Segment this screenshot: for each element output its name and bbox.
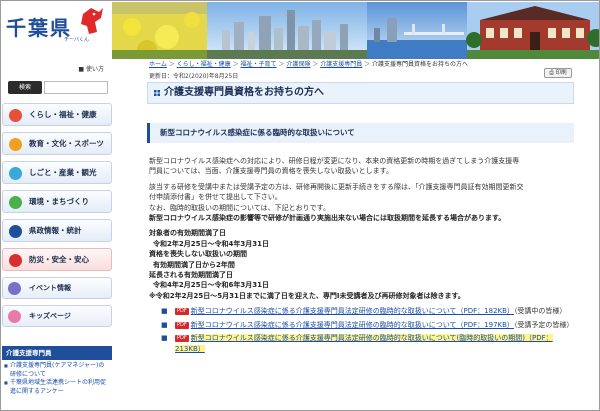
- education-icon: [9, 138, 22, 151]
- term-label: 対象者の有効期間満了日: [149, 229, 226, 238]
- nav-label: イベント情報: [29, 284, 71, 292]
- term-value: 令和4年2月25日～令和6年3月31日: [153, 281, 269, 290]
- article-body: 新型コロナウイルス感染症への対応により、研修日程が変更になり、本来の資格更新の時…: [149, 156, 574, 357]
- terms-block: 対象者の有効期間満了日 令和2年2月25日～令和4年3月31日 資格を喪失しない…: [149, 228, 574, 301]
- text-line: 付申請添付書」を併せて提出して下さい。: [149, 193, 282, 202]
- breadcrumb-link[interactable]: 福祉・子育て: [241, 61, 277, 68]
- category-nav: くらし・福祉・健康 教育・文化・スポーツ しごと・産業・観光 環境・まちづくり …: [2, 103, 112, 333]
- main-content: ホーム ＞ くらし・福祉・健康 ＞ 福祉・子育て ＞ 介護保険 ＞ 介護支援専門…: [132, 59, 582, 410]
- breadcrumb-link[interactable]: 介護保険: [286, 61, 310, 68]
- nav-item-kids[interactable]: キッズページ: [2, 305, 112, 327]
- nav-label: キッズページ: [29, 312, 71, 320]
- paragraph-2: 該当する研修を受講中または受講予定の方は、研修再開後に更新手続きをする際は、「介…: [149, 182, 574, 224]
- nav-label: 教育・文化・スポーツ: [29, 139, 104, 148]
- browser-frame: 千葉県 チーバくん ■ 使い方 検索 くらし・福祉・健康 教育・文化・スポーツ …: [0, 0, 600, 411]
- utility-bar: ■ 使い方: [2, 59, 112, 79]
- nav-label: 環境・まちづくり: [29, 197, 89, 206]
- environment-icon: [9, 196, 22, 209]
- usage-link[interactable]: ■ 使い方: [78, 64, 104, 73]
- page-title-text: 介護支援専門員資格をお持ちの方へ: [164, 87, 324, 98]
- link-suffix: （受講予定の皆様）: [513, 320, 574, 329]
- pdf-icon: PDF: [175, 308, 189, 316]
- term-value: 令和2年2月25日～令和4年3月31日: [153, 239, 269, 248]
- usage-link-label: 使い方: [85, 66, 104, 73]
- list-bullet-icon: ■: [161, 320, 168, 329]
- printer-icon: ⎙: [549, 70, 554, 76]
- pdf-link[interactable]: 新型コロナウイルス感染症に係る介護支援専門員法定研修の臨時的な取扱いについて（P…: [191, 321, 514, 329]
- pdf-link-list: ■ PDF 新型コロナウイルス感染症に係る介護支援専門員法定研修の臨時的な取扱いに…: [149, 306, 574, 354]
- nav-label: 防災・安全・安心: [29, 255, 89, 264]
- nav-label: 県政情報・統計: [29, 226, 82, 235]
- search-button[interactable]: 検索: [8, 81, 42, 94]
- safety-icon: [9, 254, 22, 267]
- text-line: 門員については、当面、介護支援専門員の資格を喪失しない取扱いとします。: [149, 167, 393, 176]
- pdf-icon: PDF: [175, 321, 189, 329]
- prefecture-info-icon: [9, 225, 22, 238]
- left-sidebar: ■ 使い方 検索 くらし・福祉・健康 教育・文化・スポーツ しごと・産業・観光 …: [2, 59, 112, 410]
- site-header: 千葉県 チーバくん: [2, 2, 599, 59]
- life-welfare-icon: [9, 109, 22, 122]
- text-line: 新型コロナウイルス感染症への対応により、研修日程が変更になり、本来の資格更新の時…: [149, 157, 520, 165]
- nav-item-education[interactable]: 教育・文化・スポーツ: [2, 132, 112, 155]
- pdf-link-item: ■ PDF 新型コロナウイルス感染症に係る介護支援専門員法定研修の臨時的な取扱いに…: [149, 320, 574, 330]
- breadcrumb: ホーム ＞ くらし・福祉・健康 ＞ 福祉・子育て ＞ 介護保険 ＞ 介護支援専門…: [149, 61, 469, 68]
- breadcrumb-current: 介護支援専門員資格をお持ちの方へ: [372, 61, 469, 68]
- nav-item-events[interactable]: イベント情報: [2, 277, 112, 299]
- pdf-link-item: ■ PDF 新型コロナウイルス感染症に係る介護支援専門員法定研修の臨時的な取扱いに…: [149, 306, 574, 316]
- updated-date: 更新日：令和2(2020)年8月25日: [149, 73, 239, 80]
- list-bullet-icon: ■: [161, 307, 168, 316]
- sidebar-link[interactable]: 介護支援専門員(ケアマネジャー)の研修について: [4, 362, 110, 379]
- term-label: 資格を喪失しない取扱いの期間: [149, 250, 247, 259]
- term-label: 延長される有効期間満了日: [149, 271, 233, 280]
- logo-subtext: チーバくん: [64, 37, 89, 43]
- pdf-icon: PDF: [175, 335, 189, 343]
- search-row: 検索: [2, 81, 112, 95]
- industry-icon: [9, 167, 22, 180]
- nav-item-environment[interactable]: 環境・まちづくり: [2, 190, 112, 213]
- breadcrumb-link[interactable]: くらし・福祉・健康: [177, 61, 231, 68]
- nav-label: しごと・産業・観光: [29, 168, 97, 177]
- nav-label: くらし・福祉・健康: [29, 110, 97, 119]
- text-line: 該当する研修を受講中または受講予定の方は、研修再開後に更新手続きをする際は、「介…: [149, 182, 524, 191]
- breadcrumb-link[interactable]: ホーム: [149, 61, 167, 68]
- pdf-link-highlighted[interactable]: 新型コロナウイルス感染症に係る介護支援専門員法定研修の臨時的な取扱いについて(臨…: [175, 334, 553, 353]
- title-bullet-icon: [154, 90, 160, 96]
- pdf-link-item: ■ PDF 新型コロナウイルス感染症に係る介護支援専門員法定研修の臨時的な取扱いに…: [149, 333, 574, 354]
- header-banner-image: [112, 2, 599, 59]
- term-value: 有効期間満了日から2年間: [153, 260, 235, 269]
- text-line: なお、臨時的取扱いの期間については、下記とおりです。: [149, 203, 330, 212]
- nav-item-safety[interactable]: 防災・安全・安心: [2, 248, 112, 271]
- nav-item-industry[interactable]: しごと・産業・観光: [2, 161, 112, 184]
- print-label: 印刷: [555, 70, 567, 76]
- sidebar-section-heading: 介護支援専門員: [2, 346, 112, 360]
- section-heading: 新型コロナウイルス感染症に係る臨時的な取扱いについて: [147, 123, 574, 143]
- breadcrumb-link[interactable]: 介護支援専門員: [320, 61, 362, 68]
- page-title: 介護支援専門員資格をお持ちの方へ: [147, 82, 574, 104]
- logo-text: 千葉県: [6, 16, 72, 40]
- pdf-link[interactable]: 新型コロナウイルス感染症に係る介護支援専門員法定研修の臨時的な取扱いについて（P…: [191, 307, 514, 315]
- kids-icon: [8, 310, 21, 323]
- list-bullet-icon: ■: [161, 334, 168, 343]
- text-line: 新型コロナウイルス感染症の影響等で研修が計画通り実施出来ない場合には取扱期間を延…: [149, 214, 506, 223]
- site-logo[interactable]: 千葉県 チーバくん: [2, 2, 112, 59]
- sidebar-link[interactable]: 千葉県地域生活連携シートの利用促進に関するアンケー: [4, 379, 110, 396]
- nav-item-prefecture-info[interactable]: 県政情報・統計: [2, 219, 112, 242]
- sidebar-section-links: 介護支援専門員(ケアマネジャー)の研修について 千葉県地域生活連携シートの利用促…: [4, 362, 110, 396]
- search-input[interactable]: [44, 81, 108, 94]
- paragraph-1: 新型コロナウイルス感染症への対応により、研修日程が変更になり、本来の資格更新の時…: [149, 156, 574, 177]
- link-suffix: （受講中の皆様）: [513, 307, 567, 316]
- print-button[interactable]: ⎙ 印刷: [544, 68, 572, 78]
- term-note: ※令和2年2月25日～5月31日までに満了日を迎えた、専門I未受講者及び再研修対…: [149, 291, 465, 300]
- nav-item-life-welfare[interactable]: くらし・福祉・健康: [2, 103, 112, 126]
- chiba-mascot-icon: [81, 8, 103, 34]
- events-icon: [8, 282, 21, 295]
